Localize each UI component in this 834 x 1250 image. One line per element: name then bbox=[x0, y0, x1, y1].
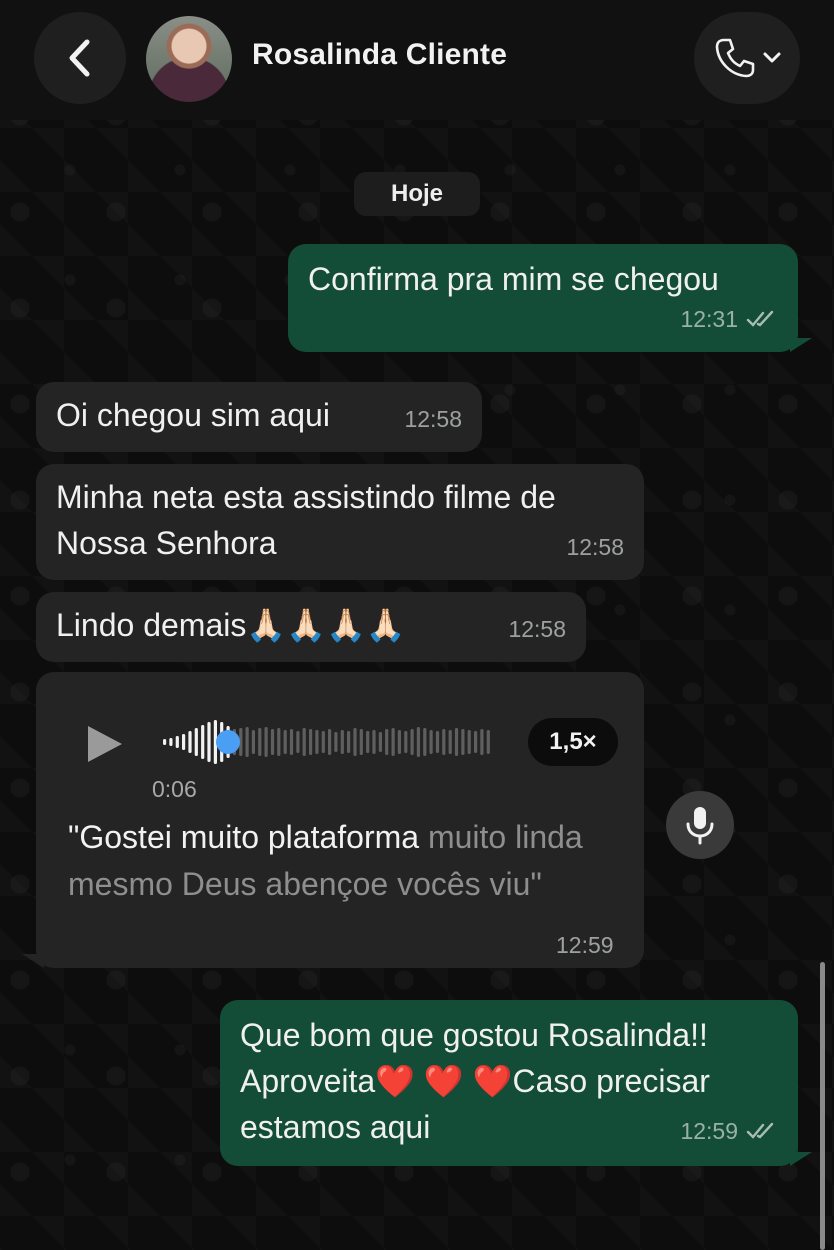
message-time: 12:58 bbox=[508, 616, 566, 642]
waveform-bar bbox=[194, 728, 198, 756]
waveform-bar bbox=[251, 730, 255, 754]
waveform-bar bbox=[378, 732, 382, 752]
transcript-heard: "Gostei muito plataforma bbox=[68, 819, 420, 855]
voice-waveform[interactable] bbox=[162, 716, 492, 768]
message-text-line: Aproveita❤️ ❤️ ❤️Caso precisar bbox=[240, 1058, 710, 1104]
bubble-tail bbox=[790, 1152, 812, 1166]
chat-header: Rosalinda Cliente bbox=[0, 0, 834, 120]
waveform-bar bbox=[328, 729, 332, 755]
incoming-message[interactable]: Lindo demais🙏🏻🙏🏻🙏🏻🙏🏻 12:58 bbox=[36, 592, 586, 662]
chevron-down-icon bbox=[763, 52, 781, 63]
red-heart-emoji: ❤️ ❤️ ❤️ bbox=[375, 1063, 513, 1099]
phone-icon bbox=[715, 38, 755, 78]
back-button[interactable] bbox=[34, 12, 126, 104]
incoming-message[interactable]: Oi chegou sim aqui 12:58 bbox=[36, 382, 482, 452]
message-text: Oi chegou sim aqui bbox=[56, 397, 330, 433]
playback-progress-knob[interactable] bbox=[216, 730, 240, 754]
message-text-line: Minha neta esta assistindo filme de bbox=[56, 479, 556, 515]
waveform-bar bbox=[404, 731, 408, 753]
waveform-bar bbox=[201, 725, 205, 759]
voice-duration: 0:06 bbox=[152, 776, 197, 802]
chevron-left-icon bbox=[69, 39, 90, 77]
message-meta: 12:31 bbox=[680, 296, 778, 342]
waveform-bar bbox=[289, 729, 294, 755]
waveform-bar bbox=[169, 738, 173, 746]
waveform-bar bbox=[283, 730, 287, 754]
message-time: 12:58 bbox=[566, 534, 624, 560]
waveform-bar bbox=[391, 728, 395, 756]
scrollbar[interactable] bbox=[820, 962, 825, 1250]
message-text-line: estamos aqui bbox=[240, 1109, 431, 1145]
waveform-bar bbox=[163, 739, 167, 745]
message-text-part: Caso precisar bbox=[512, 1063, 710, 1099]
waveform-bar bbox=[359, 729, 363, 755]
outgoing-message[interactable]: Que bom que gostou Rosalinda!! Aproveita… bbox=[220, 1000, 798, 1166]
bubble-tail bbox=[790, 338, 812, 352]
waveform-bar bbox=[448, 730, 452, 754]
waveform-bar bbox=[397, 730, 401, 754]
message-time: 12:31 bbox=[680, 306, 738, 332]
waveform-bar bbox=[315, 730, 319, 754]
waveform-bar bbox=[277, 728, 281, 756]
waveform-bar bbox=[175, 736, 179, 748]
waveform-bar bbox=[486, 730, 490, 754]
waveform-bar bbox=[480, 729, 484, 755]
bubble-tail bbox=[22, 954, 44, 968]
waveform-bar bbox=[467, 730, 471, 754]
contact-avatar[interactable] bbox=[146, 16, 232, 102]
waveform-bar bbox=[309, 729, 313, 755]
waveform-bar bbox=[410, 729, 414, 755]
transcription-mic-button[interactable] bbox=[666, 791, 734, 859]
waveform-bar bbox=[347, 731, 351, 753]
waveform-bar bbox=[321, 731, 325, 753]
waveform-bar bbox=[416, 727, 420, 757]
waveform-bar bbox=[245, 727, 249, 757]
double-check-icon bbox=[746, 310, 774, 327]
waveform-bar bbox=[442, 729, 446, 755]
date-chip: Hoje bbox=[354, 172, 480, 216]
play-icon[interactable] bbox=[82, 722, 126, 766]
message-text-part: Aproveita bbox=[240, 1063, 376, 1099]
waveform-bar bbox=[264, 727, 268, 757]
waveform-bar bbox=[461, 729, 465, 755]
waveform-bar bbox=[296, 731, 300, 753]
waveform-bar bbox=[385, 729, 389, 755]
playback-speed-button[interactable]: 1,5× bbox=[528, 718, 618, 766]
waveform-bar bbox=[340, 730, 344, 754]
waveform-bar bbox=[372, 730, 376, 754]
message-text-line: Nossa Senhora bbox=[56, 525, 277, 561]
waveform-bar bbox=[207, 722, 211, 762]
message-time: 12:59 bbox=[680, 1118, 738, 1144]
message-text-line: Que bom que gostou Rosalinda!! bbox=[240, 1017, 708, 1053]
waveform-bar bbox=[429, 730, 433, 754]
waveform-bar bbox=[302, 728, 306, 756]
waveform-bar bbox=[334, 732, 338, 752]
waveform-bar bbox=[474, 731, 478, 753]
message-text: Confirma pra mim se chegou bbox=[308, 261, 719, 297]
waveform-bar bbox=[270, 729, 275, 755]
message-text: Lindo demais🙏🏻🙏🏻🙏🏻🙏🏻 bbox=[56, 602, 406, 648]
waveform-bar bbox=[258, 728, 262, 756]
waveform-bar bbox=[366, 731, 370, 753]
call-button[interactable] bbox=[694, 12, 800, 104]
waveform-bar bbox=[353, 728, 357, 756]
waveform-bar bbox=[435, 731, 440, 753]
praying-hands-emoji: 🙏🏻🙏🏻🙏🏻🙏🏻 bbox=[246, 607, 406, 643]
message-text-part: Lindo demais bbox=[56, 607, 247, 643]
message-time: 12:58 bbox=[404, 406, 462, 432]
waveform-bar bbox=[182, 734, 186, 750]
message-meta: 12:59 bbox=[680, 1108, 778, 1154]
outgoing-message[interactable]: Confirma pra mim se chegou 12:31 bbox=[288, 244, 798, 352]
microphone-icon bbox=[686, 807, 714, 845]
contact-name[interactable]: Rosalinda Cliente bbox=[252, 38, 507, 72]
waveform-bar bbox=[188, 731, 192, 753]
double-check-icon bbox=[746, 1122, 774, 1139]
incoming-message[interactable]: Minha neta esta assistindo filme de Noss… bbox=[36, 464, 644, 580]
waveform-bar bbox=[423, 728, 427, 756]
voice-transcript: "Gostei muito plataforma muito linda mes… bbox=[68, 814, 608, 908]
waveform-bar bbox=[454, 728, 459, 756]
message-time: 12:59 bbox=[556, 932, 614, 958]
